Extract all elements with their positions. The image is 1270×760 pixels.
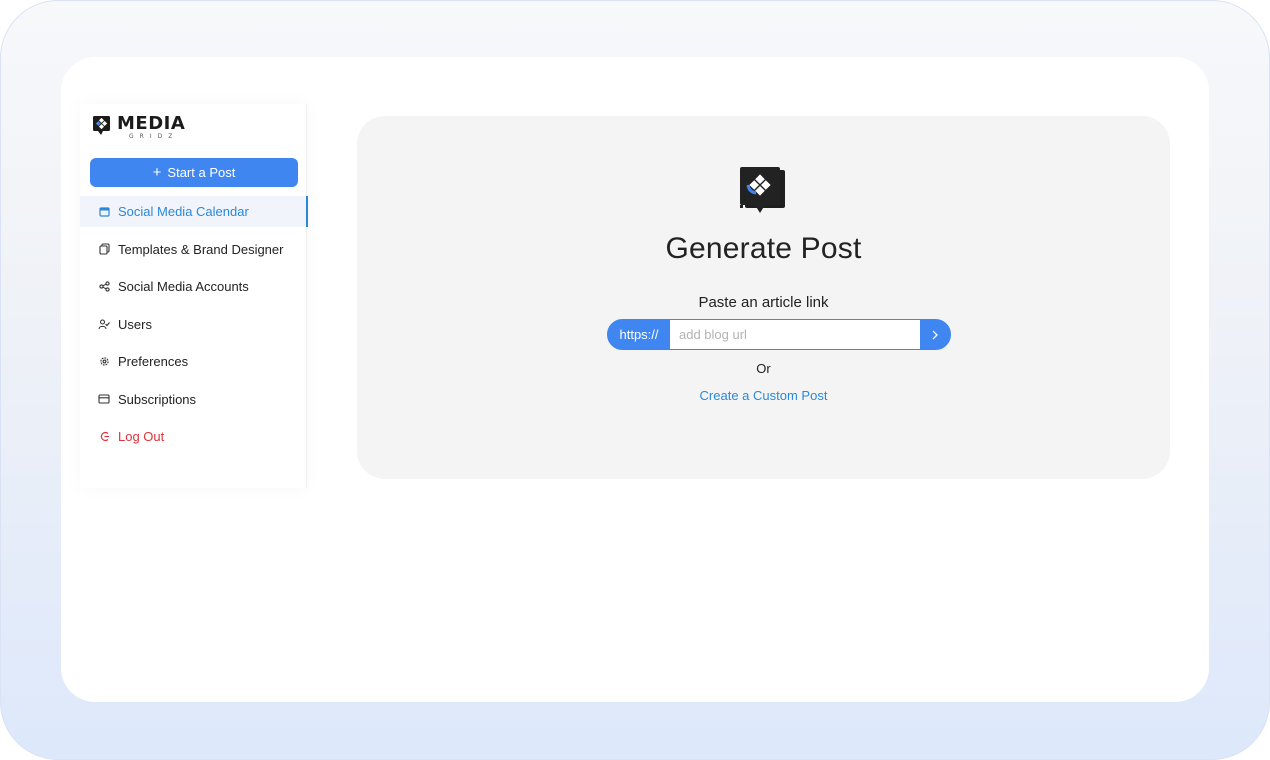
sidebar-item-label: Subscriptions	[118, 391, 197, 407]
sidebar-item-logout[interactable]: Log Out	[80, 421, 307, 452]
start-post-button[interactable]: + Start a Post	[90, 158, 298, 187]
article-link-label: Paste an article link	[698, 294, 829, 311]
article-url-bar: https://	[607, 319, 951, 350]
sidebar-item-label: Preferences	[118, 354, 189, 369]
sidebar-item-templates[interactable]: Templates & Brand Designer	[80, 234, 307, 265]
sidebar-item-label: Templates & Brand Designer	[118, 241, 284, 257]
submit-url-button[interactable]	[920, 320, 950, 349]
plus-icon: +	[152, 164, 162, 181]
sidebar: MEDIA GRIDZ + Start a Post Social Media …	[80, 104, 308, 488]
sidebar-item-label: Log Out	[118, 429, 165, 444]
brand-logo[interactable]: MEDIA GRIDZ	[92, 114, 212, 140]
sidebar-item-users[interactable]: Users	[80, 309, 307, 340]
sidebar-item-preferences[interactable]: Preferences	[80, 346, 307, 377]
sidebar-nav: Social Media Calendar Templates & Brand …	[80, 196, 308, 459]
page-title: Generate Post	[665, 232, 862, 265]
sidebar-item-subscriptions[interactable]: Subscriptions	[80, 384, 307, 415]
generate-post-card: Generate Post Paste an article link http…	[357, 116, 1170, 479]
card-icon	[98, 393, 110, 405]
calendar-icon	[98, 206, 110, 218]
url-prefix: https://	[608, 320, 670, 349]
brand-logo-icon	[93, 116, 110, 135]
start-post-label: Start a Post	[167, 165, 236, 180]
sidebar-item-social-media-accounts[interactable]: Social Media Accounts	[80, 271, 307, 302]
brand-name: MEDIA	[117, 113, 186, 134]
share-icon	[98, 281, 110, 293]
brand-tagline: GRIDZ	[129, 133, 179, 140]
chevron-right-icon	[932, 330, 938, 339]
article-url-input[interactable]	[670, 320, 920, 349]
sidebar-item-social-media-calendar[interactable]: Social Media Calendar	[80, 196, 308, 227]
or-divider-text: Or	[756, 361, 771, 376]
templates-icon	[98, 243, 110, 255]
generate-post-icon	[740, 167, 785, 213]
sidebar-item-label: Social Media Calendar	[118, 204, 249, 219]
sidebar-item-label: Social Media Accounts	[118, 279, 249, 294]
gear-icon	[98, 356, 110, 368]
create-custom-post-link[interactable]: Create a Custom Post	[357, 388, 1170, 403]
sidebar-item-label: Users	[118, 316, 152, 332]
users-icon	[98, 318, 110, 330]
logout-icon	[98, 431, 110, 443]
